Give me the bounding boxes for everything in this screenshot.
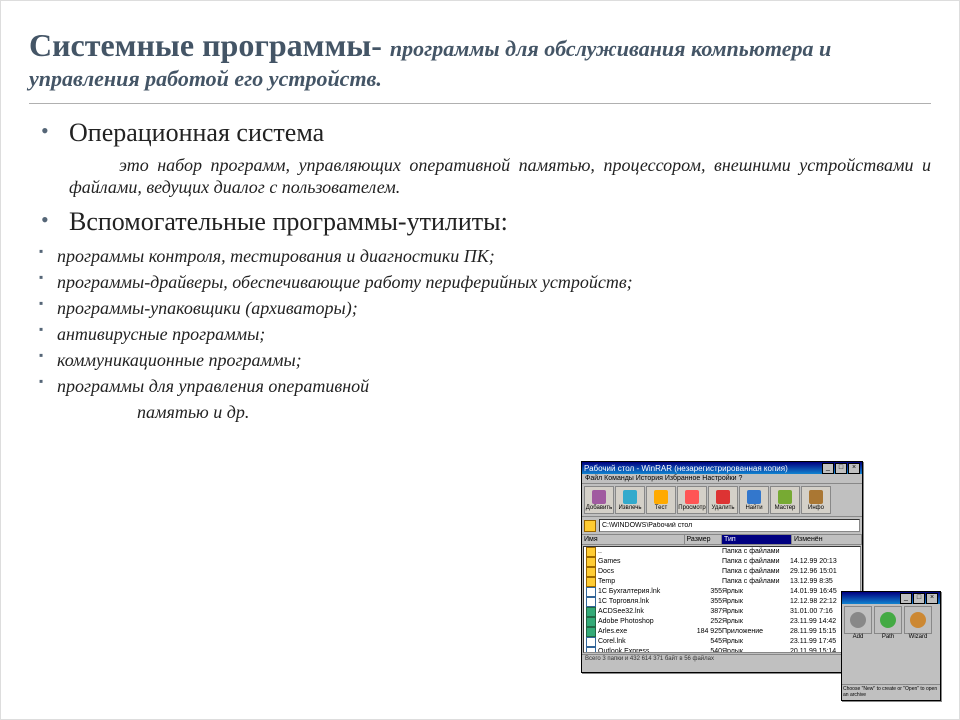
menu-bar: Файл Команды История Избранное Настройки… <box>582 474 862 484</box>
divider <box>29 103 931 104</box>
screenshot-illustration: Рабочий стол - WinRAR (незарегистрирован… <box>581 461 941 701</box>
table-row: DocsПапка с файлами29.12.96 15:01 <box>584 567 860 577</box>
maximize-icon: □ <box>913 593 925 604</box>
toolbar-button: Просмотр <box>677 486 707 514</box>
address-input <box>599 519 860 532</box>
folder-icon <box>584 520 596 532</box>
table-row: TempПапка с файлами13.12.99 8:35 <box>584 577 860 587</box>
file-list: ..Папка с файламиGamesПапка с файлами14.… <box>583 546 861 653</box>
section1-heading: Операционная система <box>69 118 324 147</box>
toolbar: ДобавитьИзвлечьТестПросмотрУдалитьНайтиМ… <box>582 484 862 517</box>
utility-list: программы контроля, тестирования и диагн… <box>29 243 931 426</box>
minimize-icon: _ <box>900 593 912 604</box>
toolbar-button: Тест <box>646 486 676 514</box>
table-row: ACDSee32.lnk387Ярлык31.01.00 7:16 <box>584 607 860 617</box>
list-item: антивирусные программы; <box>29 321 931 347</box>
title-main: Системные программы- <box>29 27 390 63</box>
toolbar-button: Добавить <box>584 486 614 514</box>
table-row: Outlook Express540Ярлык20.11.99 15:14 <box>584 647 860 653</box>
table-row: 1С Торговля.lnk355Ярлык12.12.98 22:12 <box>584 597 860 607</box>
table-row: Adobe Photoshop252Ярлык23.11.99 14:42 <box>584 617 860 627</box>
tool-icon <box>874 606 902 634</box>
status-bar: Всего 3 папки и 432 614 371 байт в 56 фа… <box>582 654 862 663</box>
table-row: 1С Бухгалтерия.lnk355Ярлык14.01.99 16:45 <box>584 587 860 597</box>
close-icon: × <box>926 593 938 604</box>
list-item: программы для управления оперативной пам… <box>29 373 931 425</box>
table-row: GamesПапка с файлами14.12.99 20:13 <box>584 557 860 567</box>
tool-icon <box>904 606 932 634</box>
winrar-window: Рабочий стол - WinRAR (незарегистрирован… <box>581 461 863 673</box>
section1-desc: это набор программ, управляющих оператив… <box>29 154 931 199</box>
list-item: программы контроля, тестирования и диагн… <box>29 243 931 269</box>
table-row: Corel.lnk545Ярлык23.11.99 17:45 <box>584 637 860 647</box>
maximize-icon: □ <box>835 463 847 474</box>
column-headers: Имя Размер Тип Изменён <box>582 535 862 545</box>
toolbar-button: Найти <box>739 486 769 514</box>
tool-icon <box>844 606 872 634</box>
list-item: программы-упаковщики (архиваторы); <box>29 295 931 321</box>
toolbar-button: Извлечь <box>615 486 645 514</box>
list-item: коммуникационные программы; <box>29 347 931 373</box>
section2-heading: Вспомогательные программы-утилиты: <box>69 207 508 236</box>
toolbar-button: Мастер <box>770 486 800 514</box>
list-item: программы-драйверы, обеспечивающие работ… <box>29 269 931 295</box>
table-row: Arles.exe184 925Приложение28.11.99 15:15 <box>584 627 860 637</box>
close-icon: × <box>848 463 860 474</box>
minimize-icon: _ <box>822 463 834 474</box>
toolbar-button: Удалить <box>708 486 738 514</box>
toolbar-button: Инфо <box>801 486 831 514</box>
window-title: Рабочий стол - WinRAR (незарегистрирован… <box>584 464 788 473</box>
secondary-window: _ □ × AddPathWizard Choose "New" to crea… <box>841 591 941 701</box>
status-bar: Choose "New" to create or "Open" to open… <box>842 684 940 699</box>
table-row: ..Папка с файлами <box>584 547 860 557</box>
slide-title: Системные программы- программы для обслу… <box>29 25 931 93</box>
